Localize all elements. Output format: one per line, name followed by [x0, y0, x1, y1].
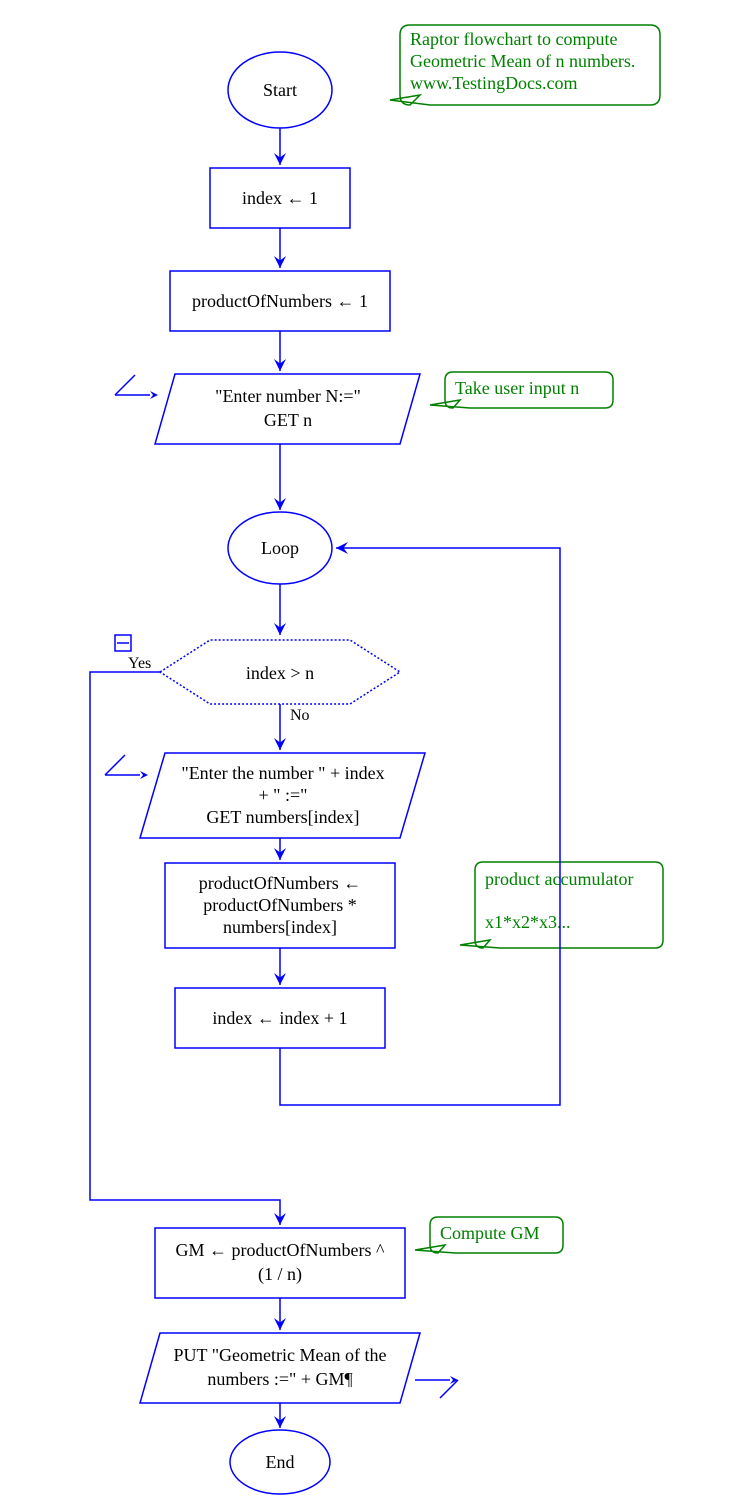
svg-text:Start: Start: [263, 80, 297, 100]
node-assign-gm: GM ← productOfNumbers ^ (1 / n): [155, 1228, 405, 1298]
annotation-title-line2: Geometric Mean of n numbers.: [410, 51, 635, 71]
annotation-title-line3: www.TestingDocs.com: [410, 73, 578, 93]
svg-text:(1 / n): (1 / n): [258, 1264, 302, 1285]
svg-text:GET n: GET n: [264, 410, 312, 430]
node-assign-index-1: index ← 1: [210, 168, 350, 228]
svg-text:productOfNumbers *: productOfNumbers *: [203, 895, 356, 915]
annotation-compute-gm: Compute GM: [415, 1217, 563, 1253]
flowchart-canvas: Raptor flowchart to compute Geometric Me…: [0, 0, 743, 1496]
svg-text:product accumulator: product accumulator: [485, 869, 633, 889]
svg-text:index > n: index > n: [246, 663, 314, 683]
node-assign-index-inc: index ← index + 1: [175, 988, 385, 1048]
svg-text:"Enter number N:=": "Enter number N:=": [215, 386, 361, 406]
svg-text:+ " :=": + " :=": [259, 785, 308, 805]
svg-text:productOfNumbers ←: productOfNumbers ←: [199, 873, 361, 893]
svg-text:GET numbers[index]: GET numbers[index]: [206, 807, 359, 827]
svg-text:Take user input n: Take user input n: [455, 378, 579, 398]
node-assign-product-1: productOfNumbers ← 1: [170, 271, 390, 331]
node-input-n: "Enter number N:=" GET n: [115, 374, 420, 444]
svg-text:index ← 1: index ← 1: [242, 188, 318, 208]
svg-text:Compute GM: Compute GM: [440, 1223, 540, 1243]
label-no: No: [290, 707, 310, 724]
svg-text:PUT "Geometric Mean of the: PUT "Geometric Mean of the: [174, 1345, 387, 1365]
node-input-number-i: "Enter the number " + index + " :=" GET …: [105, 753, 425, 838]
node-assign-product-accum: productOfNumbers ← productOfNumbers * nu…: [165, 863, 395, 948]
svg-text:numbers[index]: numbers[index]: [223, 917, 337, 937]
svg-text:"Enter the number " + index: "Enter the number " + index: [181, 763, 384, 783]
node-end: End: [230, 1430, 330, 1494]
svg-text:Loop: Loop: [261, 538, 299, 558]
svg-text:numbers :=" + GM¶: numbers :=" + GM¶: [207, 1369, 352, 1389]
svg-text:productOfNumbers ← 1: productOfNumbers ← 1: [192, 291, 368, 311]
node-output-gm: PUT "Geometric Mean of the numbers :=" +…: [140, 1333, 458, 1403]
annotation-product-accum: product accumulator x1*x2*x3...: [460, 862, 663, 948]
annotation-title-line1: Raptor flowchart to compute: [410, 29, 617, 49]
annotation-input-n: Take user input n: [430, 372, 613, 408]
svg-text:x1*x2*x3...: x1*x2*x3...: [485, 912, 571, 932]
svg-text:End: End: [266, 1452, 295, 1472]
annotation-title: Raptor flowchart to compute Geometric Me…: [390, 25, 660, 105]
svg-text:index ← index + 1: index ← index + 1: [212, 1008, 347, 1028]
label-yes: Yes: [128, 655, 151, 672]
node-loop: Loop: [228, 512, 332, 584]
node-decision-index-gt-n: index > n: [115, 635, 400, 704]
node-start: Start: [228, 52, 332, 128]
svg-text:GM ← productOfNumbers ^: GM ← productOfNumbers ^: [176, 1240, 385, 1260]
